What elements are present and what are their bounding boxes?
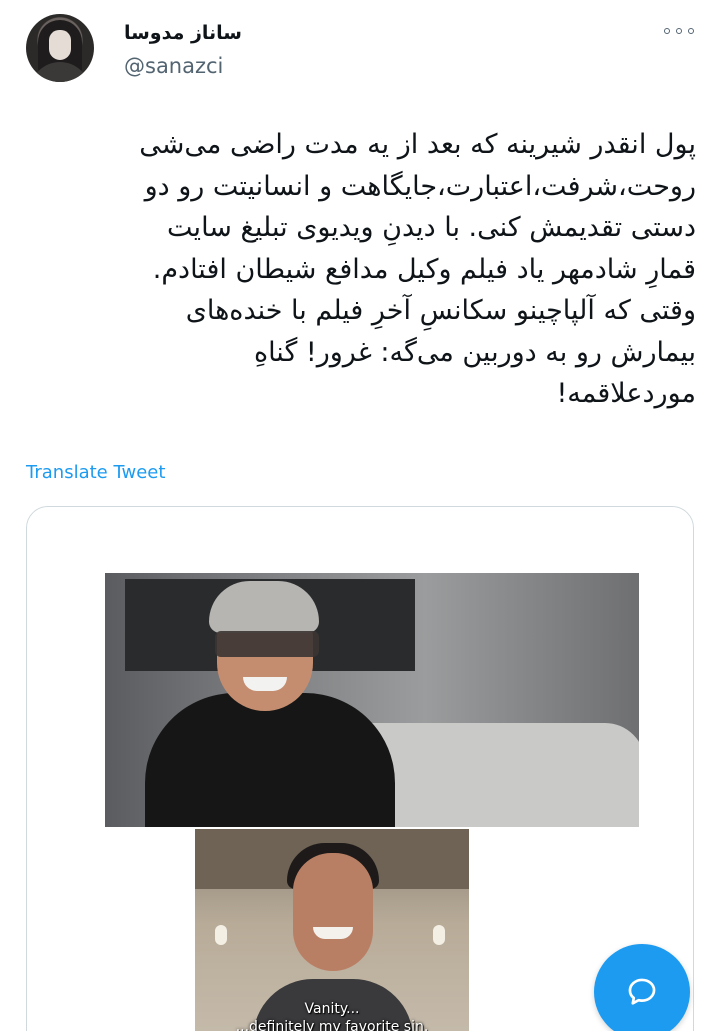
avatar-face — [49, 30, 71, 60]
dot — [688, 28, 694, 34]
subtitle-line-1: Vanity... — [304, 1001, 360, 1017]
display-name[interactable]: ساناز مدوسا — [120, 20, 242, 46]
actor-head — [293, 853, 373, 971]
lamp — [215, 925, 227, 945]
media-photo-bottom[interactable]: Vanity... ...definitely my favorite sin. — [195, 829, 469, 1031]
compose-reply-icon — [628, 978, 656, 1005]
tweet-page: ساناز مدوسا @sanazci پول انقدر شیرینه که… — [0, 0, 720, 1031]
user-handle[interactable]: @sanazci — [124, 52, 223, 80]
dot — [676, 28, 682, 34]
sunglasses — [215, 631, 319, 657]
lamp — [433, 925, 445, 945]
media-photo-top[interactable] — [105, 573, 639, 827]
media-card[interactable]: Vanity... ...definitely my favorite sin. — [26, 506, 694, 1031]
man-hair — [209, 581, 319, 633]
man-body — [145, 693, 395, 827]
compose-reply-button[interactable] — [594, 944, 690, 1031]
actor-smile — [313, 927, 353, 939]
dot — [664, 28, 670, 34]
more-dots-icon[interactable] — [664, 22, 694, 40]
tweet-text: پول انقدر شیرینه که بعد از یه مدت راضی م… — [139, 129, 696, 409]
subtitle-line-2: ...definitely my favorite sin. — [235, 1019, 429, 1031]
avatar[interactable] — [26, 14, 94, 82]
translate-tweet-link[interactable]: Translate Tweet — [26, 461, 165, 485]
